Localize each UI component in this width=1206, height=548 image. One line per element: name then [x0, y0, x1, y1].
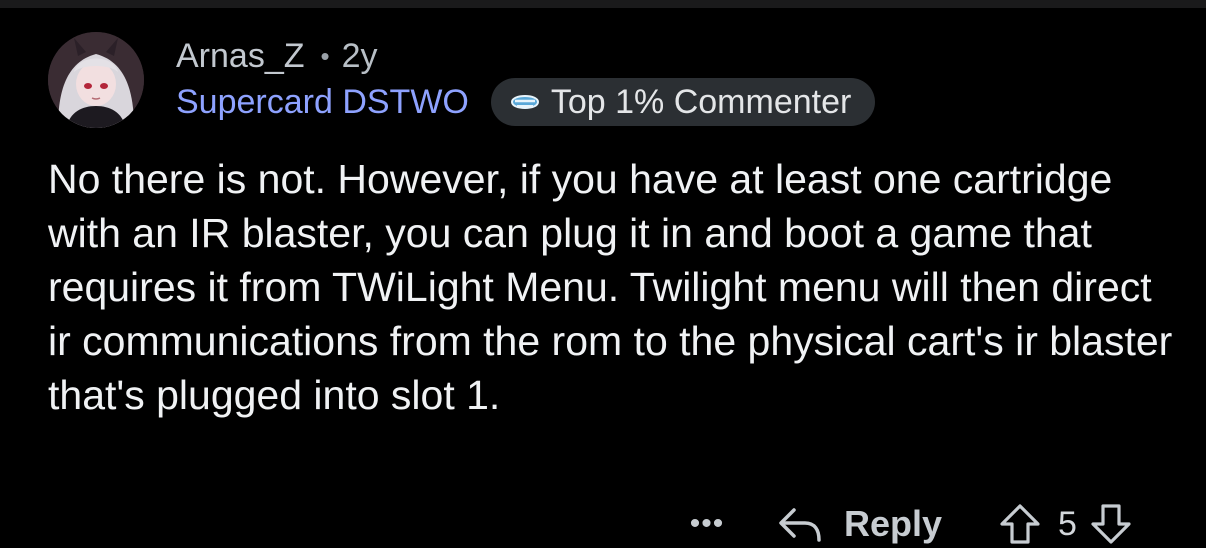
meta-separator: • [320, 40, 330, 71]
commenter-badge-icon [507, 87, 543, 117]
more-options-button[interactable]: ••• [682, 504, 732, 544]
comment-body: No there is not. However, if you have at… [48, 156, 1173, 418]
top-divider [0, 0, 1206, 8]
comment-actions: ••• Reply 5 [0, 496, 1206, 548]
flair-row: Supercard DSTWO Top 1% Commenter [176, 78, 876, 126]
downvote-icon[interactable] [1087, 500, 1135, 548]
reply-icon [774, 502, 826, 546]
badge-label: Top 1% Commenter [550, 82, 852, 121]
avatar-image [48, 32, 144, 128]
top-commenter-badge[interactable]: Top 1% Commenter [490, 78, 876, 126]
username-link[interactable]: Arnas_Z [176, 37, 305, 76]
vote-control: 5 [996, 500, 1135, 548]
more-icon: ••• [689, 507, 725, 540]
comment-meta: Arnas_Z • 2y [176, 34, 378, 78]
upvote-icon[interactable] [996, 500, 1044, 548]
reply-label: Reply [844, 503, 943, 544]
user-flair: Supercard DSTWO [176, 82, 469, 121]
reply-button[interactable]: Reply [774, 500, 942, 548]
avatar[interactable] [48, 32, 144, 128]
vote-score: 5 [1058, 504, 1077, 543]
comment-age: 2y [341, 36, 378, 75]
